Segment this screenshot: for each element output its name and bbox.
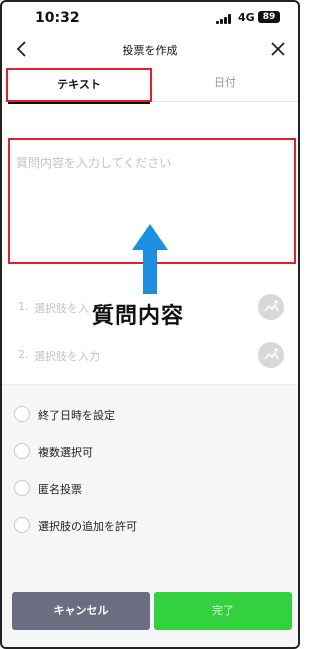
radio-button[interactable] [14, 517, 30, 533]
image-add-icon[interactable] [258, 342, 284, 368]
tab-date[interactable]: 日付 [152, 68, 298, 102]
tab-text[interactable]: テキスト [6, 68, 152, 104]
image-add-icon[interactable] [258, 294, 284, 320]
question-placeholder: 質問内容を入力してください [16, 156, 172, 170]
battery-icon: 89 [258, 11, 280, 23]
cancel-button[interactable]: キャンセル [12, 592, 150, 630]
choice-number: 2. [18, 348, 29, 361]
option-row[interactable]: 終了日時を設定 [2, 399, 298, 429]
option-label: 終了日時を設定 [38, 409, 115, 422]
radio-button[interactable] [14, 443, 30, 459]
page-title: 投票を作成 [122, 44, 178, 57]
action-bar: キャンセル 完了 [2, 582, 298, 647]
status-bar: 10:32 4G 89 [2, 2, 298, 32]
option-row[interactable]: 複数選択可 [2, 436, 298, 466]
annotation-label: 質問内容 [92, 304, 185, 329]
tab-bar: テキスト 日付 [2, 68, 298, 104]
status-time: 10:32 [35, 10, 80, 26]
option-label: 複数選択可 [38, 446, 93, 459]
choice-input[interactable]: 選択肢を入 [34, 300, 89, 316]
signal-icon [216, 14, 232, 24]
close-icon[interactable] [268, 39, 288, 59]
network-type: 4G [238, 11, 255, 24]
option-label: 選択肢の追加を許可 [38, 520, 137, 533]
radio-button[interactable] [14, 406, 30, 422]
option-row[interactable]: 匿名投票 [2, 473, 298, 503]
option-label: 匿名投票 [38, 483, 82, 496]
choice-input[interactable]: 選択肢を入力 [34, 348, 100, 364]
choice-row[interactable]: 2. 選択肢を入力 [2, 336, 298, 376]
phone-screen: 10:32 4G 89 投票を作成 テキスト 日付 質問内容を入力してください … [0, 0, 300, 649]
option-row[interactable]: 選択肢の追加を許可 [2, 510, 298, 540]
done-button[interactable]: 完了 [154, 592, 292, 630]
options-section: 終了日時を設定 複数選択可 匿名投票 選択肢の追加を許可 [2, 384, 298, 582]
choice-number: 1. [18, 300, 29, 313]
radio-button[interactable] [14, 480, 30, 496]
nav-bar: 投票を作成 [2, 32, 298, 68]
